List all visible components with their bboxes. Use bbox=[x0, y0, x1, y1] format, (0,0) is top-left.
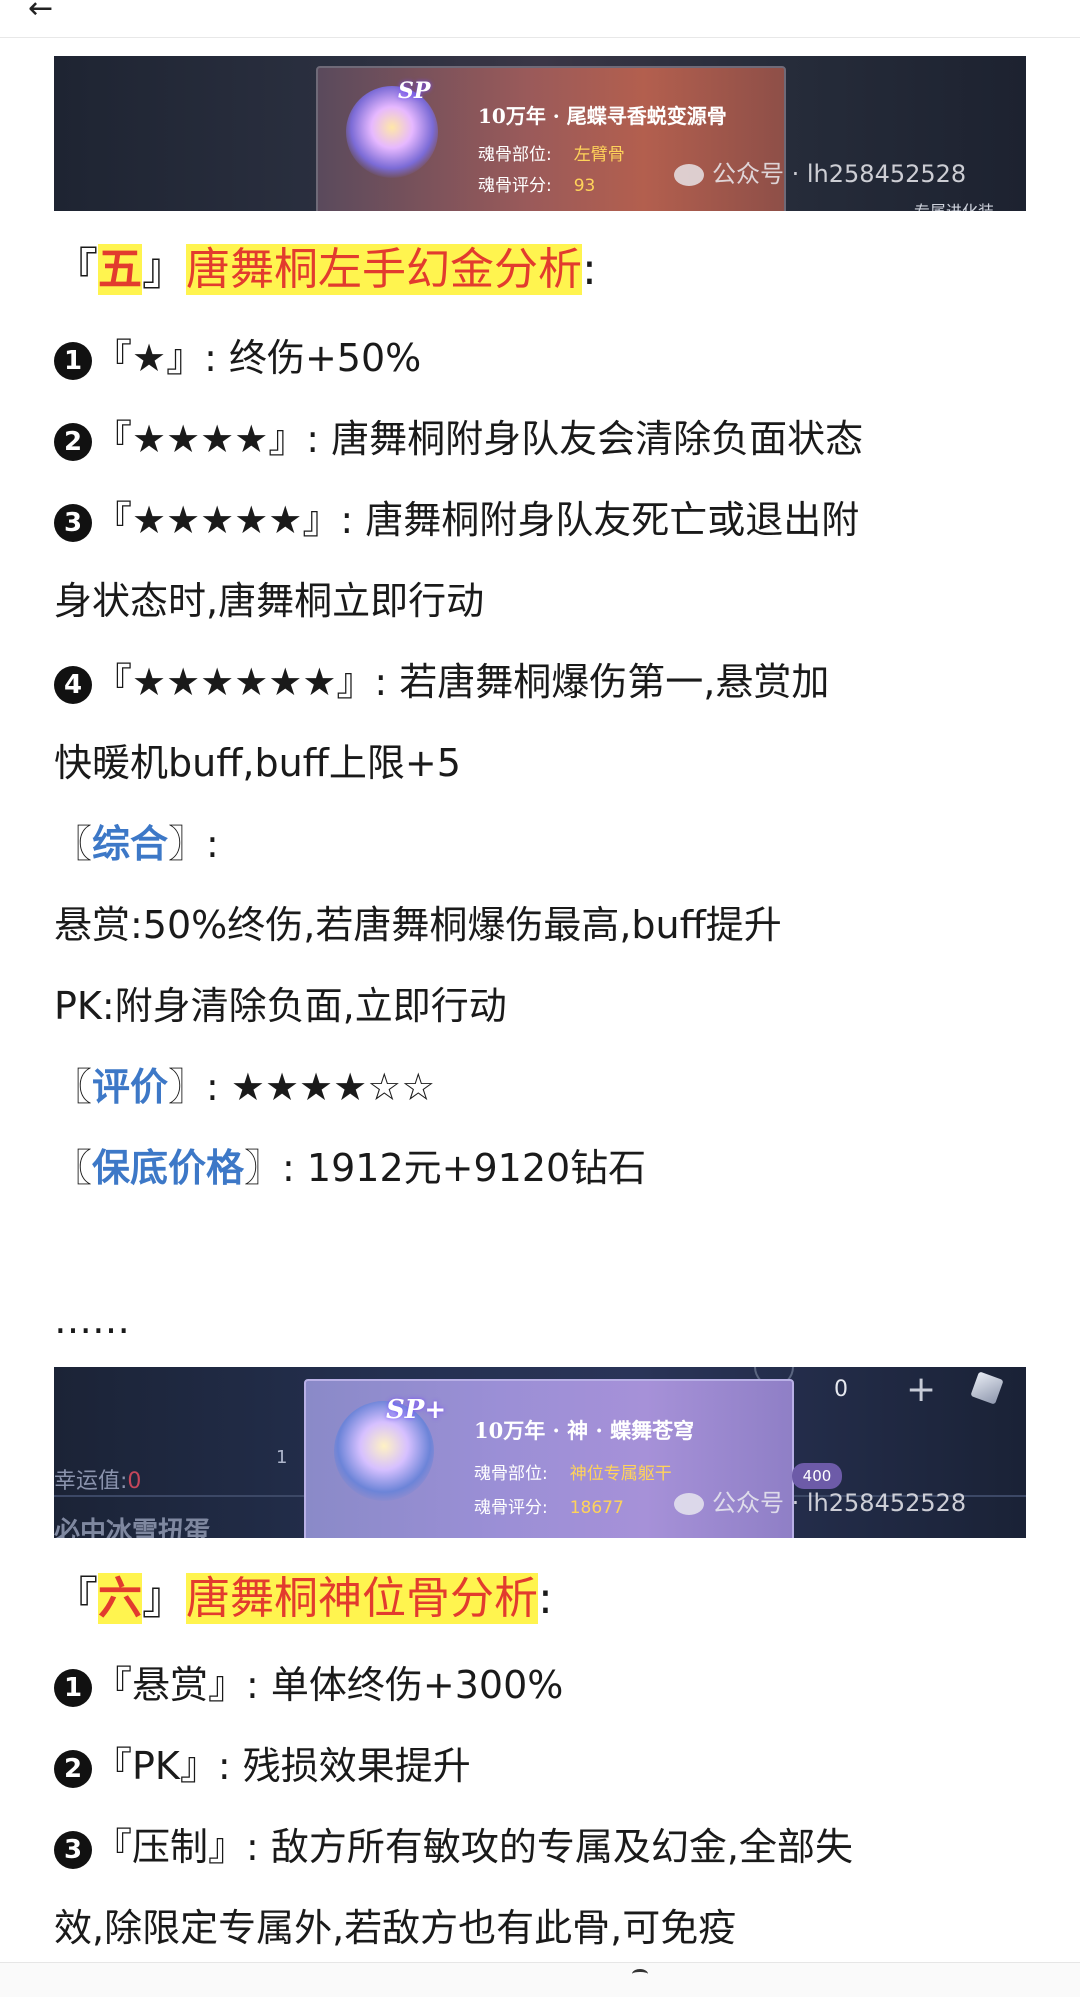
back-arrow-icon[interactable]: ← bbox=[28, 0, 53, 24]
list-item: 2 『★★★★』: 唐舞桐附身队友会清除负面状态 bbox=[54, 415, 863, 463]
list-item-text: 『★★★★★★』: 若唐舞桐爆伤第一,悬赏加 bbox=[94, 660, 830, 704]
summary-line: 悬赏:50%终伤,若唐舞桐爆伤最高,buff提升 bbox=[54, 903, 782, 947]
part-value: 左臂骨 bbox=[573, 145, 625, 165]
number-badge: 2 bbox=[54, 1750, 92, 1788]
list-item-text: 『压制』: 敌方所有敏攻的专属及幻金,全部失 bbox=[94, 1825, 853, 1869]
list-item-text: 快暖机buff,buff上限+5 bbox=[54, 741, 461, 785]
price-label: 保底价格 bbox=[92, 1146, 245, 1190]
section-6-heading: 『六』唐舞桐神位骨分析: bbox=[54, 1571, 553, 1627]
bracket-open: 『 bbox=[54, 1573, 98, 1624]
list-item: 3 『压制』: 敌方所有敏攻的专属及幻金,全部失 bbox=[54, 1823, 853, 1871]
watermark: 公众号 · lh258452528 bbox=[674, 154, 966, 189]
soul-bone-banner-divine: 0 + 1 幸运值:0 必中冰雪扭蛋 SP+ 10万年 · 神 · 蝶舞苍穹 魂… bbox=[54, 1367, 1026, 1538]
price-value: 1912元+9120钻石 bbox=[306, 1146, 647, 1190]
score-label: 魂骨评分: bbox=[478, 176, 552, 196]
wechat-icon bbox=[674, 1493, 704, 1515]
watermark-text: 公众号 · lh258452528 bbox=[712, 1489, 967, 1517]
number-badge: 1 bbox=[54, 1669, 92, 1707]
part-label: 魂骨部位: bbox=[474, 1464, 548, 1484]
part-label: 魂骨部位: bbox=[478, 145, 552, 165]
list-item-text: 身状态时,唐舞桐立即行动 bbox=[54, 579, 485, 623]
list-item-text: 效,除限定专属外,若敌方也有此骨,可免疫 bbox=[54, 1906, 737, 1950]
list-item-text: 『★★★★★』: 唐舞桐附身队友死亡或退出附 bbox=[94, 498, 860, 542]
bottom-bar bbox=[0, 1962, 1080, 1997]
section-5-heading: 『五』唐舞桐左手幻金分析: bbox=[54, 242, 597, 298]
progress-marker: 1 bbox=[276, 1447, 288, 1468]
gem-icon bbox=[970, 1371, 1004, 1405]
heading-colon: : bbox=[582, 244, 597, 295]
number-badge: 4 bbox=[54, 666, 92, 704]
list-item: 3 『★★★★★』: 唐舞桐附身队友死亡或退出附 bbox=[54, 496, 859, 544]
score-label: 魂骨评分: bbox=[474, 1498, 548, 1518]
section-number: 六 bbox=[98, 1573, 142, 1624]
number-badge: 3 bbox=[54, 1831, 92, 1869]
rating-row: 〖评价〗: ★★★★☆☆ bbox=[54, 1065, 436, 1109]
bottom-mark-icon bbox=[632, 1969, 648, 1979]
summary-line: PK:附身清除负面,立即行动 bbox=[54, 984, 507, 1028]
section-title: 唐舞桐左手幻金分析 bbox=[186, 244, 582, 295]
wechat-icon bbox=[674, 164, 704, 186]
score-value: 18677 bbox=[569, 1498, 624, 1518]
sp-plus-badge: SP+ bbox=[386, 1395, 447, 1425]
price-row: 〖保底价格〗: 1912元+9120钻石 bbox=[54, 1146, 647, 1190]
number-badge: 2 bbox=[54, 423, 92, 461]
list-item: 2 『PK』: 残损效果提升 bbox=[54, 1742, 471, 1790]
summary-label: 综合 bbox=[92, 822, 169, 866]
corner-text: 专属进化装 bbox=[914, 198, 994, 211]
list-item-text: 『PK』: 残损效果提升 bbox=[94, 1744, 471, 1788]
luck-value: 0 bbox=[127, 1469, 142, 1494]
ellipsis: …… bbox=[54, 1298, 130, 1342]
top-nav-bar: ← bbox=[0, 0, 1080, 38]
number-badge: 1 bbox=[54, 342, 92, 380]
heading-colon: : bbox=[538, 1573, 553, 1624]
summary-heading: 〖综合〗: bbox=[54, 822, 219, 866]
list-item: 4 『★★★★★★』: 若唐舞桐爆伤第一,悬赏加 bbox=[54, 658, 829, 706]
section-number: 五 bbox=[98, 244, 142, 295]
soul-bone-title: 10万年 · 尾蝶寻香蜕变源骨 bbox=[478, 104, 727, 128]
list-item-text: 『★★★★』: 唐舞桐附身队友会清除负面状态 bbox=[94, 417, 864, 461]
list-item-text: 『悬赏』: 单体终伤+300% bbox=[94, 1663, 564, 1707]
bracket-close: 』 bbox=[142, 244, 186, 295]
soul-bone-part-row: 魂骨部位: 左臂骨 bbox=[478, 140, 625, 165]
counter-value: 0 bbox=[834, 1377, 848, 1402]
bottom-label: 必中冰雪扭蛋 bbox=[54, 1517, 211, 1538]
list-item-continuation: 快暖机buff,buff上限+5 bbox=[54, 739, 461, 787]
soul-bone-card: SP 10万年 · 尾蝶寻香蜕变源骨 魂骨部位: 左臂骨 魂骨评分: 93 bbox=[316, 66, 786, 211]
soul-bone-part-row: 魂骨部位: 神位专属躯干 bbox=[474, 1459, 672, 1484]
section-title: 唐舞桐神位骨分析 bbox=[186, 1573, 538, 1624]
rating-stars: ★★★★☆☆ bbox=[230, 1065, 436, 1109]
watermark-text: 公众号 · lh258452528 bbox=[712, 160, 967, 188]
list-item: 1 『★』: 终伤+50% bbox=[54, 334, 421, 382]
luck-label: 幸运值: bbox=[54, 1469, 128, 1494]
list-item-continuation: 效,除限定专属外,若敌方也有此骨,可免疫 bbox=[54, 1904, 736, 1952]
list-item-continuation: 身状态时,唐舞桐立即行动 bbox=[54, 577, 484, 625]
luck-value-row: 幸运值:0 bbox=[54, 1463, 141, 1495]
soul-bone-banner-left-arm: SP 10万年 · 尾蝶寻香蜕变源骨 魂骨部位: 左臂骨 魂骨评分: 93 公众号 … bbox=[54, 56, 1026, 211]
soul-bone-title: 10万年 · 神 · 蝶舞苍穹 bbox=[474, 1418, 695, 1443]
part-value: 神位专属躯干 bbox=[569, 1464, 672, 1484]
plus-icon: + bbox=[906, 1369, 937, 1410]
bracket-close: 』 bbox=[142, 1573, 186, 1624]
soul-bone-score-row: 魂骨评分: 18677 bbox=[474, 1493, 624, 1518]
soul-bone-score-row: 魂骨评分: 93 bbox=[478, 171, 595, 196]
score-value: 93 bbox=[573, 176, 596, 196]
list-item-text: 『★』: 终伤+50% bbox=[94, 336, 422, 380]
rating-label: 评价 bbox=[92, 1065, 169, 1109]
sp-badge: SP bbox=[398, 78, 431, 104]
list-item: 1 『悬赏』: 单体终伤+300% bbox=[54, 1661, 563, 1709]
bracket-open: 『 bbox=[54, 244, 98, 295]
watermark: 公众号 · lh258452528 bbox=[674, 1483, 966, 1518]
number-badge: 3 bbox=[54, 504, 92, 542]
